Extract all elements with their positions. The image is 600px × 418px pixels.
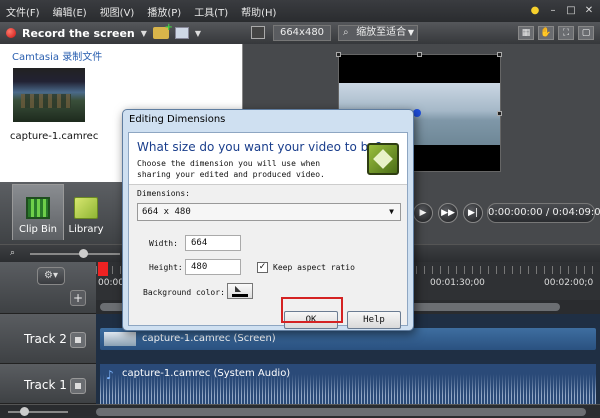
hand-icon[interactable]: ✋ <box>538 26 554 40</box>
window-controls: ● – □ ✕ <box>528 3 596 17</box>
height-label: Height: <box>149 263 183 272</box>
dialog-header: What size do you want your video to be? … <box>129 133 407 185</box>
menu-bar: 文件(F) 编辑(E) 视图(V) 播放(P) 工具(T) 帮助(H) ● – … <box>0 0 600 22</box>
clip-label: capture-1.camrec (Screen) <box>142 333 276 344</box>
tab-label: Library <box>68 224 104 235</box>
chevron-down-icon[interactable]: ▼ <box>141 29 147 38</box>
menu-edit[interactable]: 编辑(E) <box>53 4 87 19</box>
ok-highlight-box <box>281 297 343 323</box>
record-screen-button[interactable]: Record the screen <box>22 27 135 40</box>
menu-help[interactable]: 帮助(H) <box>241 4 276 19</box>
track-height-slider[interactable] <box>8 411 68 413</box>
keep-aspect-checkbox[interactable]: ✓ <box>257 262 268 273</box>
editing-dimensions-button[interactable] <box>251 26 265 39</box>
dimensions-label: Dimensions: <box>137 189 190 198</box>
help-button[interactable]: Help <box>347 311 401 329</box>
clip-bin-title: Camtasia 录制文件 <box>12 52 103 63</box>
ruler-label: 00:01:30;00 <box>430 278 485 288</box>
track-1-lane: ♪ capture-1.camrec (System Audio) <box>96 364 600 410</box>
fullscreen-icon[interactable]: ▢ <box>578 26 594 40</box>
add-track-button[interactable]: + <box>70 290 86 306</box>
preview-tools: ▦ ✋ ⛶ ▢ <box>518 26 594 40</box>
bottom-scroll-strip <box>0 404 600 418</box>
left-toolbar: Record the screen ▼ ▼ <box>0 22 243 44</box>
search-icon: ⌕ <box>343 27 349 38</box>
menu-tools[interactable]: 工具(T) <box>194 4 228 19</box>
resize-handle[interactable] <box>417 52 422 57</box>
skip-end-button[interactable]: ▶| <box>463 203 483 223</box>
library-icon <box>74 197 98 219</box>
dialog-body: What size do you want your video to be? … <box>128 132 408 329</box>
dialog-question: What size do you want your video to be? <box>137 140 382 154</box>
music-note-icon: ♪ <box>106 368 114 382</box>
color-swatch <box>232 294 248 297</box>
width-field[interactable]: 664 <box>185 235 241 251</box>
screen-clip[interactable]: capture-1.camrec (Screen) <box>100 328 596 350</box>
record-icon[interactable] <box>6 28 16 38</box>
rotate-handle[interactable] <box>413 109 421 117</box>
dialog-titlebar[interactable]: Editing Dimensions <box>123 110 413 132</box>
playhead[interactable] <box>98 262 108 276</box>
keep-aspect-label[interactable]: Keep aspect ratio <box>273 263 355 272</box>
width-label: Width: <box>149 239 178 248</box>
editing-dimensions-dialog: Editing Dimensions What size do you want… <box>122 109 414 331</box>
next-frame-button[interactable]: ▶▶ <box>438 203 458 223</box>
chevron-down-icon: ▼ <box>389 207 394 216</box>
maximize-icon[interactable]: □ <box>564 3 578 17</box>
background-color-picker[interactable]: ◣ <box>227 283 253 299</box>
film-strip-icon <box>26 197 50 219</box>
clip-name[interactable]: capture-1.camrec <box>10 131 98 142</box>
background-color-label: Background color: <box>143 288 225 297</box>
camtasia-logo-icon <box>367 143 399 175</box>
tab-label: Clip Bin <box>18 224 58 235</box>
track-1-label: Track 1 <box>24 378 67 392</box>
keyboard-icon[interactable]: ▦ <box>518 26 534 40</box>
close-icon[interactable]: ✕ <box>582 3 596 17</box>
timeline-zoom-knob[interactable] <box>79 249 88 258</box>
chevron-down-icon: ▼ <box>407 28 414 37</box>
timeline-zoom-slider[interactable] <box>30 253 120 255</box>
dialog-title: Editing Dimensions <box>129 114 226 125</box>
dimensions-value: 664 x 480 <box>142 207 191 217</box>
lock-icon[interactable] <box>70 332 86 348</box>
tab-library[interactable]: Library <box>60 184 112 240</box>
menu-file[interactable]: 文件(F) <box>6 4 40 19</box>
tab-clip-bin[interactable]: Clip Bin <box>12 184 64 240</box>
minimize-icon[interactable]: – <box>546 3 560 17</box>
lightbulb-icon[interactable]: ● <box>528 3 542 17</box>
chevron-down-icon[interactable]: ▼ <box>195 29 201 38</box>
track-2-label: Track 2 <box>24 332 67 346</box>
lock-icon[interactable] <box>70 378 86 394</box>
menu-play[interactable]: 播放(P) <box>147 4 181 19</box>
zoom-value: 缩放至适合 <box>356 27 407 38</box>
resize-handle[interactable] <box>336 52 341 57</box>
timecode-display: 0:00:00:00 / 0:04:09:05 <box>487 203 600 223</box>
play-button[interactable]: ▶ <box>413 203 433 223</box>
ruler-label: 00:02:00;0 <box>544 278 594 288</box>
horizontal-scrollbar[interactable] <box>96 408 586 416</box>
import-media-icon[interactable] <box>174 27 189 39</box>
clip-label: capture-1.camrec (System Audio) <box>122 368 291 379</box>
preview-toolbar: 664x480 ⌕ 缩放至适合 ▼ ▦ ✋ ⛶ ▢ <box>243 22 600 44</box>
height-field[interactable]: 480 <box>185 259 241 275</box>
crop-icon[interactable]: ⛶ <box>558 26 574 40</box>
menu-view[interactable]: 视图(V) <box>100 4 135 19</box>
gear-icon[interactable]: ⚙▾ <box>37 267 65 285</box>
import-folder-icon[interactable] <box>152 22 173 39</box>
paint-bucket-icon: ◣ <box>235 284 242 293</box>
track-height-knob[interactable] <box>20 407 29 416</box>
dimension-display[interactable]: 664x480 <box>273 25 331 41</box>
resize-handle[interactable] <box>497 52 502 57</box>
zoom-dropdown[interactable]: ⌕ 缩放至适合 ▼ <box>338 25 418 41</box>
clip-thumbnail[interactable] <box>13 68 85 122</box>
clip-thumbnail <box>104 332 136 346</box>
zoom-search-icon[interactable]: ⌕ <box>10 248 22 260</box>
dimensions-dropdown[interactable]: 664 x 480 ▼ <box>137 203 401 221</box>
resize-handle[interactable] <box>497 111 502 116</box>
dialog-description: Choose the dimension you will use when s… <box>137 159 325 179</box>
